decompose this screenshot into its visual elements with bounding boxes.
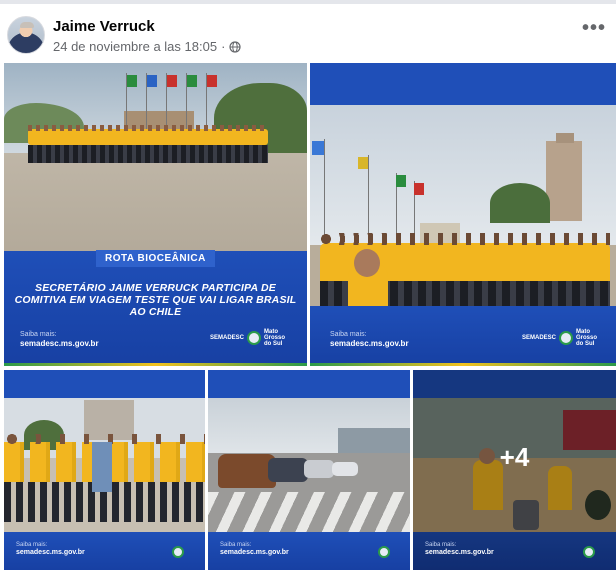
rota-tag: ROTA BIOCEÂNICA [96, 250, 215, 267]
site-url: semadesc.ms.gov.br [20, 339, 99, 348]
state-seal-icon [247, 331, 262, 345]
site-url: semadesc.ms.gov.br [425, 549, 494, 556]
semadesc-logo: SEMADESC Mato Grosso do Sul [210, 329, 292, 347]
post-meta: 24 de noviembre a las 18:05 · [53, 39, 242, 54]
post-timestamp[interactable]: 24 de noviembre a las 18:05 [53, 39, 217, 54]
logo-text: SEMADESC [210, 334, 245, 341]
logo-ms-text: Mato Grosso do Sul [264, 329, 286, 347]
post-header: Jaime Verruck 24 de noviembre a las 18:0… [0, 4, 616, 62]
more-photos-count[interactable]: +4 [413, 442, 616, 473]
photo-tile-2[interactable]: Saiba mais: semadesc.ms.gov.br SEMADESC … [310, 63, 616, 366]
site-url: semadesc.ms.gov.br [330, 339, 409, 348]
meta-separator: · [221, 39, 226, 54]
site-url: semadesc.ms.gov.br [16, 549, 85, 556]
author-name[interactable]: Jaime Verruck [53, 18, 155, 35]
more-options-icon[interactable]: ••• [582, 18, 606, 38]
state-seal-icon [378, 546, 390, 558]
state-seal-icon [559, 331, 574, 345]
state-seal-icon [583, 546, 595, 558]
semadesc-logo: SEMADESC Mato Grosso do Sul [522, 329, 604, 347]
site-label: Saiba mais: [20, 331, 57, 338]
site-url: semadesc.ms.gov.br [220, 549, 289, 556]
photo-grid: ROTA BIOCEÂNICA SECRETÁRIO JAIME VERRUCK… [4, 63, 616, 570]
photo-tile-3[interactable]: Saiba mais: semadesc.ms.gov.br [4, 370, 205, 570]
site-label: Saiba mais: [16, 542, 48, 548]
site-label: Saiba mais: [220, 542, 252, 548]
logo-text: SEMADESC [522, 334, 557, 341]
photo-tile-5[interactable]: +4 Saiba mais: semadesc.ms.gov.br [413, 370, 616, 570]
globe-icon[interactable] [229, 40, 242, 53]
author-avatar[interactable] [7, 16, 45, 54]
photo-tile-4[interactable]: Saiba mais: semadesc.ms.gov.br [208, 370, 410, 570]
photo-tile-1[interactable]: ROTA BIOCEÂNICA SECRETÁRIO JAIME VERRUCK… [4, 63, 307, 366]
site-label: Saiba mais: [330, 331, 367, 338]
site-label: Saiba mais: [425, 542, 457, 548]
state-seal-icon [172, 546, 184, 558]
logo-ms-text: Mato Grosso do Sul [576, 329, 598, 347]
headline-text: SECRETÁRIO JAIME VERRUCK PARTICIPA DE CO… [14, 282, 297, 318]
